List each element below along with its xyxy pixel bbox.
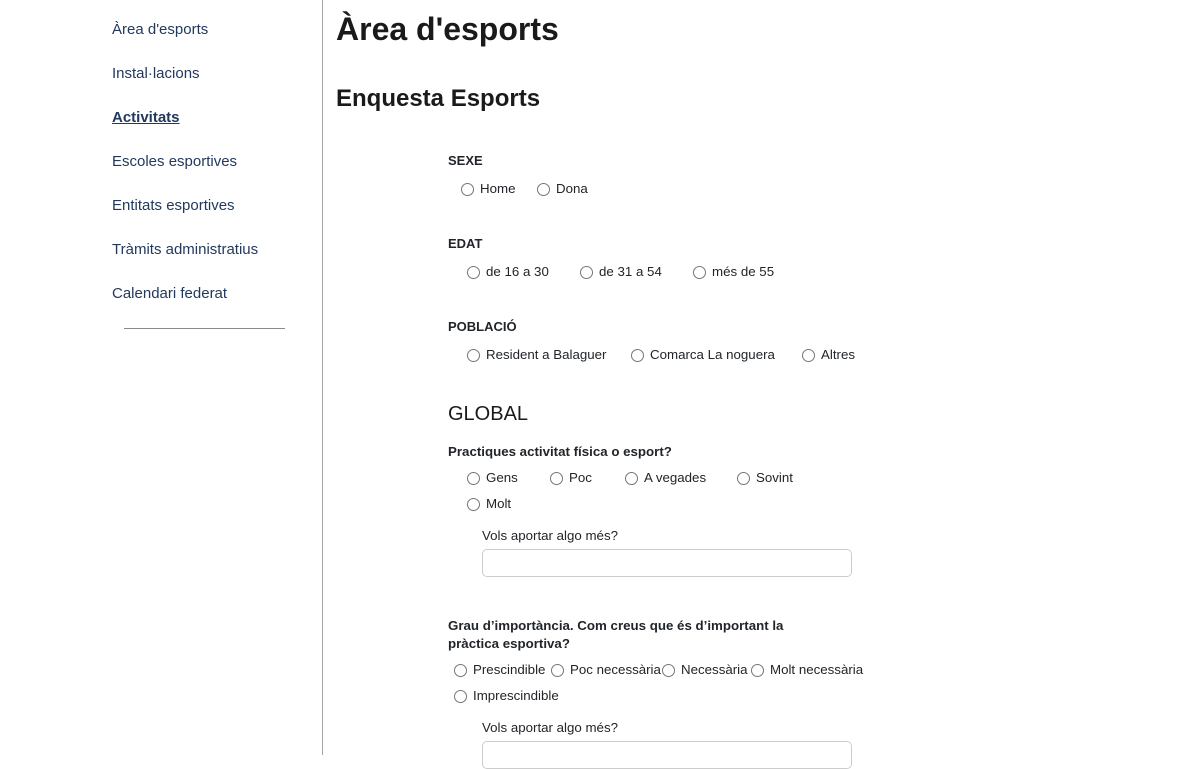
radio-option-comarca-la-noguera[interactable]: Comarca La noguera (631, 345, 802, 365)
radio-label: Molt (486, 494, 511, 514)
radio-group-grau: Prescindible Poc necessària Necessària M… (448, 660, 1200, 680)
radio-label: Altres (821, 345, 855, 365)
radio-label: A vegades (644, 468, 706, 488)
sidebar-item-activitats[interactable]: Activitats (112, 108, 312, 128)
radio-group-practiques: Gens Poc A vegades Sovint (448, 468, 1200, 488)
radio-input-resident-a-balaguer[interactable] (467, 349, 480, 362)
question-label: Grau d’importància. Com creus que és d’i… (448, 617, 820, 653)
comment-input-grau[interactable] (482, 741, 852, 769)
radio-input-necessaria[interactable] (662, 664, 675, 677)
radio-option-resident-a-balaguer[interactable]: Resident a Balaguer (467, 345, 631, 365)
main-content: Àrea d'esports Enquesta Esports SEXE Hom… (336, 0, 1200, 769)
question-label: Practiques activitat física o esport? (448, 443, 820, 461)
radio-label: Prescindible (473, 660, 545, 680)
sidebar-item-entitats-esportives[interactable]: Entitats esportives (112, 196, 312, 216)
radio-input-prescindible[interactable] (454, 664, 467, 677)
radio-input-imprescindible[interactable] (454, 690, 467, 703)
sidebar-item-area-desports[interactable]: Àrea d'esports (112, 20, 312, 40)
question-group-edat: EDAT de 16 a 30 de 31 a 54 més de 55 (448, 235, 1200, 282)
radio-option-poc[interactable]: Poc (550, 468, 625, 488)
radio-group-practiques-row2: Molt (448, 494, 1200, 514)
radio-group-poblacio: Resident a Balaguer Comarca La noguera A… (448, 345, 1200, 365)
radio-label: Molt necessària (770, 660, 863, 680)
radio-input-poc-necessaria[interactable] (551, 664, 564, 677)
radio-option-poc-necessaria[interactable]: Poc necessària (551, 660, 662, 680)
radio-option-a-vegades[interactable]: A vegades (625, 468, 737, 488)
radio-label: Sovint (756, 468, 793, 488)
radio-option-molt-necessaria[interactable]: Molt necessària (751, 660, 863, 680)
sidebar-divider (124, 328, 285, 329)
radio-label: Comarca La noguera (650, 345, 775, 365)
radio-option-sovint[interactable]: Sovint (737, 468, 793, 488)
sidebar-item-installacions[interactable]: Instal·lacions (112, 64, 312, 84)
radio-option-mes-de-55[interactable]: més de 55 (693, 262, 774, 282)
content-divider (322, 0, 323, 755)
survey-form: SEXE Home Dona EDAT de 16 a 30 (448, 152, 1200, 769)
radio-input-de-16-a-30[interactable] (467, 266, 480, 279)
comment-block: Vols aportar algo més? (482, 527, 1200, 577)
radio-label: Poc necessària (570, 660, 661, 680)
radio-label: Home (480, 179, 515, 199)
sidebar-item-tramits-administratius[interactable]: Tràmits administratius (112, 240, 312, 260)
radio-option-gens[interactable]: Gens (467, 468, 550, 488)
radio-option-de-31-a-54[interactable]: de 31 a 54 (580, 262, 693, 282)
radio-input-sovint[interactable] (737, 472, 750, 485)
comment-input-practiques[interactable] (482, 549, 852, 577)
question-grau-importancia: Grau d’importància. Com creus que és d’i… (448, 617, 1200, 769)
question-practiques-activitat: Practiques activitat física o esport? Ge… (448, 443, 1200, 577)
radio-option-de-16-a-30[interactable]: de 16 a 30 (467, 262, 580, 282)
radio-input-gens[interactable] (467, 472, 480, 485)
radio-label: més de 55 (712, 262, 774, 282)
group-label-poblacio: POBLACIÓ (448, 318, 1200, 336)
group-label-sexe: SEXE (448, 152, 1200, 170)
radio-option-prescindible[interactable]: Prescindible (454, 660, 551, 680)
radio-option-dona[interactable]: Dona (537, 179, 588, 199)
radio-label: Resident a Balaguer (486, 345, 607, 365)
sidebar-item-escoles-esportives[interactable]: Escoles esportives (112, 152, 312, 172)
sidebar-item-calendari-federat[interactable]: Calendari federat (112, 284, 312, 304)
radio-group-sexe: Home Dona (448, 179, 1200, 199)
radio-label: Dona (556, 179, 588, 199)
comment-label: Vols aportar algo més? (482, 527, 1200, 545)
radio-input-altres[interactable] (802, 349, 815, 362)
radio-option-imprescindible[interactable]: Imprescindible (454, 686, 559, 706)
radio-input-de-31-a-54[interactable] (580, 266, 593, 279)
sidebar: Àrea d'esports Instal·lacions Activitats… (112, 20, 312, 329)
radio-option-home[interactable]: Home (461, 179, 537, 199)
radio-group-edat: de 16 a 30 de 31 a 54 més de 55 (448, 262, 1200, 282)
radio-input-molt[interactable] (467, 498, 480, 511)
page-title: Àrea d'esports (336, 8, 1200, 50)
question-group-sexe: SEXE Home Dona (448, 152, 1200, 199)
comment-block: Vols aportar algo més? (482, 719, 1200, 769)
radio-option-molt[interactable]: Molt (467, 494, 511, 514)
radio-label: Poc (569, 468, 592, 488)
radio-label: Necessària (681, 660, 748, 680)
radio-label: de 31 a 54 (599, 262, 662, 282)
section-heading-global: GLOBAL (448, 401, 1200, 428)
radio-label: Imprescindible (473, 686, 559, 706)
question-group-poblacio: POBLACIÓ Resident a Balaguer Comarca La … (448, 318, 1200, 365)
comment-label: Vols aportar algo més? (482, 719, 1200, 737)
radio-input-molt-necessaria[interactable] (751, 664, 764, 677)
radio-input-a-vegades[interactable] (625, 472, 638, 485)
radio-input-mes-de-55[interactable] (693, 266, 706, 279)
radio-input-poc[interactable] (550, 472, 563, 485)
radio-label: Gens (486, 468, 518, 488)
radio-option-necessaria[interactable]: Necessària (662, 660, 751, 680)
radio-label: de 16 a 30 (486, 262, 549, 282)
radio-option-altres[interactable]: Altres (802, 345, 855, 365)
radio-input-dona[interactable] (537, 183, 550, 196)
radio-group-grau-row2: Imprescindible (448, 686, 1200, 706)
group-label-edat: EDAT (448, 235, 1200, 253)
radio-input-comarca-la-noguera[interactable] (631, 349, 644, 362)
survey-title: Enquesta Esports (336, 84, 1200, 114)
radio-input-home[interactable] (461, 183, 474, 196)
